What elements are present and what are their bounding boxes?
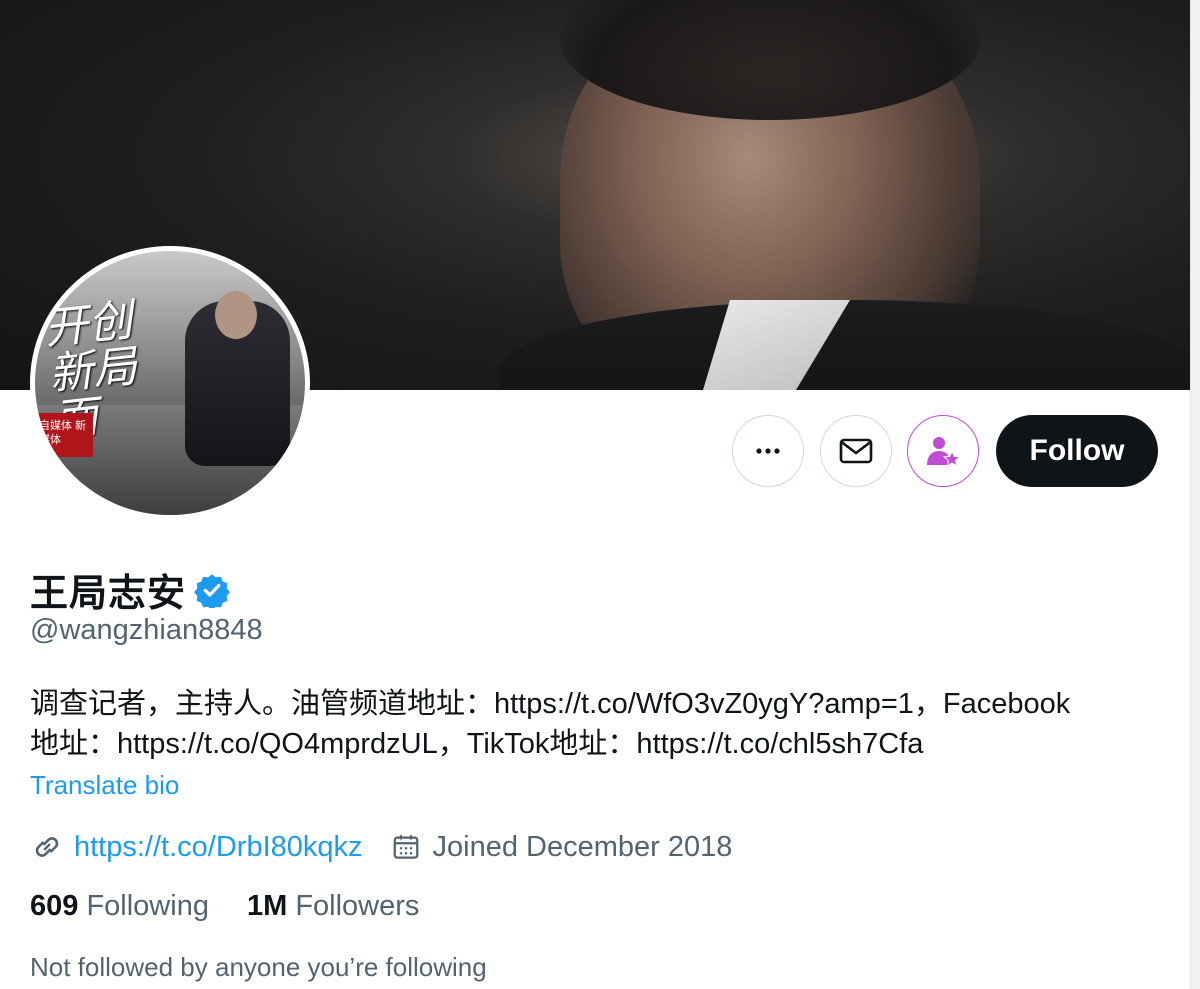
bio-line: 地址：https://t.co/QO4mprdzUL，TikTok地址：http… [30, 728, 924, 760]
more-button[interactable] [732, 415, 804, 487]
followers-stat[interactable]: 1M Followers [247, 890, 419, 923]
handle: @wangzhian8848 [30, 614, 263, 646]
follow-stats: 609 Following 1M Followers [30, 890, 457, 923]
subscribe-star-icon [927, 437, 962, 468]
verified-badge-icon[interactable] [194, 572, 230, 608]
more-icon [756, 448, 780, 454]
profile-meta: https://t.co/DrbI80kqkz Joined December … [30, 827, 732, 867]
avatar-head [215, 291, 257, 339]
following-stat[interactable]: 609 Following [30, 890, 209, 923]
following-label: Following [86, 890, 209, 922]
translate-bio-link[interactable]: Translate bio [30, 770, 179, 801]
name-row: 王局志安 [30, 562, 230, 617]
envelope-icon [839, 438, 873, 464]
not-followed-text: Not followed by anyone you’re following [30, 952, 487, 982]
subscribe-button[interactable] [907, 415, 979, 487]
display-name: 王局志安 [30, 573, 187, 615]
follow-button[interactable]: Follow [996, 415, 1158, 487]
link-icon [35, 837, 59, 857]
following-count: 609 [30, 890, 79, 922]
website-link[interactable]: https://t.co/DrbI80kqkz [74, 831, 363, 864]
bio-line: 调查记者，主持人。油管频道地址：https://t.co/WfO3vZ0ygY?… [30, 688, 1071, 720]
profile-actions: Follow [0, 415, 1190, 487]
followers-label: Followers [295, 890, 420, 922]
scrollbar[interactable] [1190, 0, 1200, 989]
calendar-icon [393, 835, 418, 859]
joined-date: Joined December 2018 [432, 830, 733, 863]
bio: 调查记者，主持人。油管频道地址：https://t.co/WfO3vZ0ygY?… [30, 684, 1170, 764]
message-button[interactable] [820, 415, 892, 487]
followers-count: 1M [246, 890, 288, 922]
